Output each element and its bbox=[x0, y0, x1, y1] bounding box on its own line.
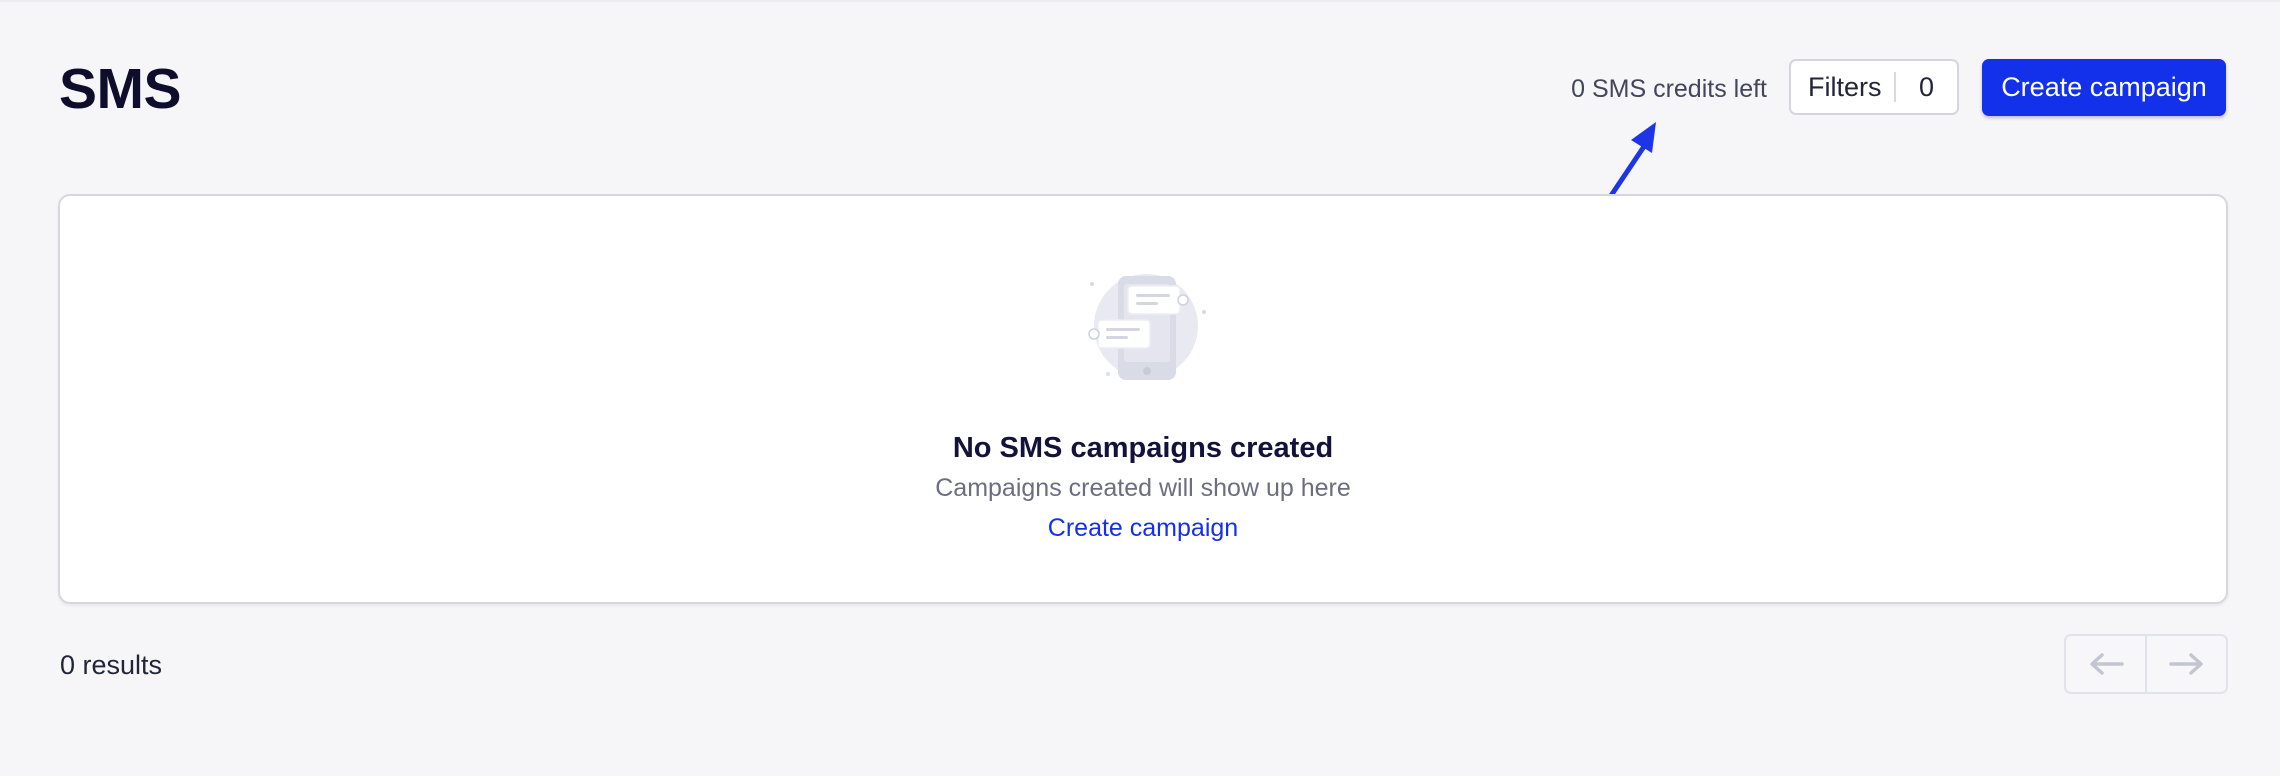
results-count: 0 results bbox=[60, 650, 163, 680]
empty-state-link-wrapper: Create campaign bbox=[0, 512, 2280, 544]
filters-button[interactable]: Filters 0 bbox=[1789, 59, 1959, 115]
create-campaign-link[interactable]: Create campaign bbox=[1048, 514, 1238, 542]
filters-label: Filters bbox=[1808, 71, 1882, 102]
previous-page-button[interactable] bbox=[2066, 636, 2145, 692]
filters-count: 0 bbox=[1918, 71, 1935, 102]
empty-state-title: No SMS campaigns created bbox=[952, 432, 1334, 464]
next-page-button[interactable] bbox=[2145, 636, 2226, 692]
top-border bbox=[0, 0, 2280, 2]
arrow-right-icon bbox=[2168, 653, 2203, 675]
pagination bbox=[2064, 634, 2228, 694]
sms-phone-illustration-icon bbox=[1088, 274, 1206, 380]
arrow-left-icon bbox=[2089, 653, 2124, 675]
empty-state-subtitle: Campaigns created will show up here bbox=[935, 474, 1351, 502]
create-campaign-button[interactable]: Create campaign bbox=[1982, 59, 2226, 116]
page-title: SMS bbox=[59, 57, 182, 121]
sms-credits-text: 0 SMS credits left bbox=[1571, 75, 1767, 103]
